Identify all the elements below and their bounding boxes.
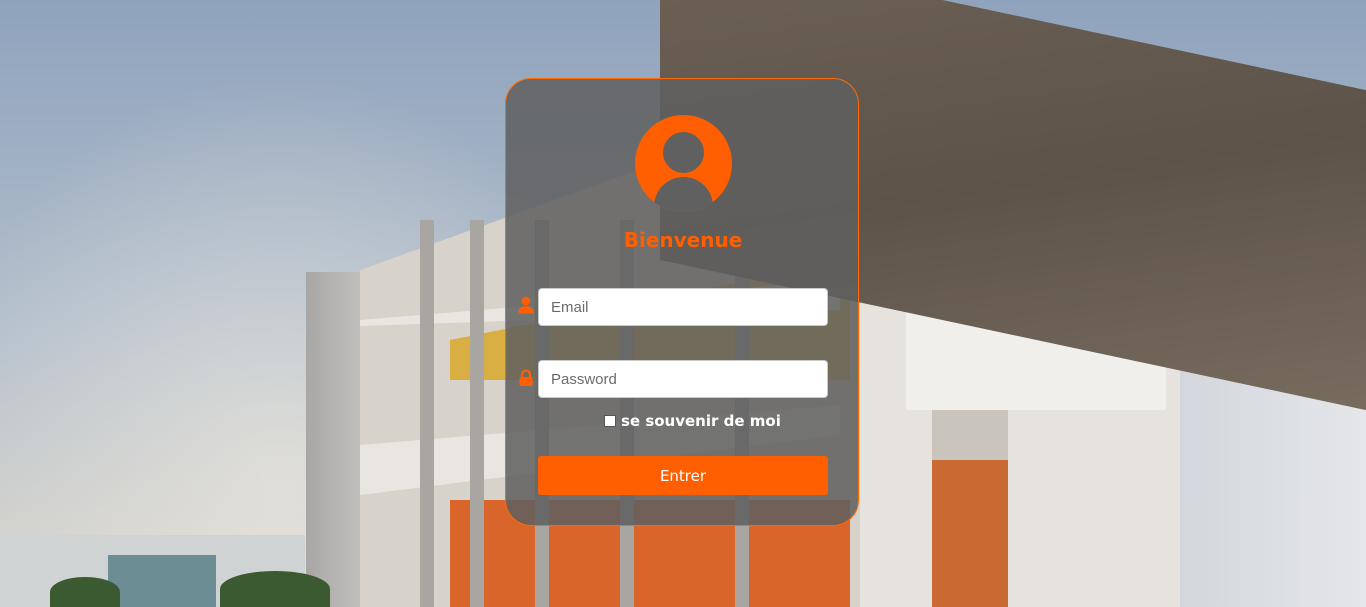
submit-button[interactable]: Entrer: [538, 456, 828, 495]
building-pillar: [420, 220, 434, 607]
palm-tree: [50, 577, 120, 607]
password-input[interactable]: [538, 360, 828, 398]
palm-tree: [220, 571, 330, 607]
avatar-head: [663, 132, 704, 173]
user-icon: [518, 296, 534, 314]
distant-building-glass: [108, 555, 216, 607]
remember-me-label: se souvenir de moi: [621, 412, 781, 430]
remember-me[interactable]: se souvenir de moi: [604, 412, 781, 430]
email-input[interactable]: [538, 288, 828, 326]
building-right-orange-wall: [932, 460, 1008, 607]
user-avatar-icon: [635, 115, 732, 212]
building-pillar: [470, 220, 484, 607]
login-card: Bienvenue se souvenir de moi Entrer: [505, 78, 859, 526]
remember-me-checkbox[interactable]: [604, 415, 616, 427]
lock-icon: [519, 369, 533, 386]
avatar-body: [654, 177, 713, 212]
login-title: Bienvenue: [623, 228, 743, 252]
